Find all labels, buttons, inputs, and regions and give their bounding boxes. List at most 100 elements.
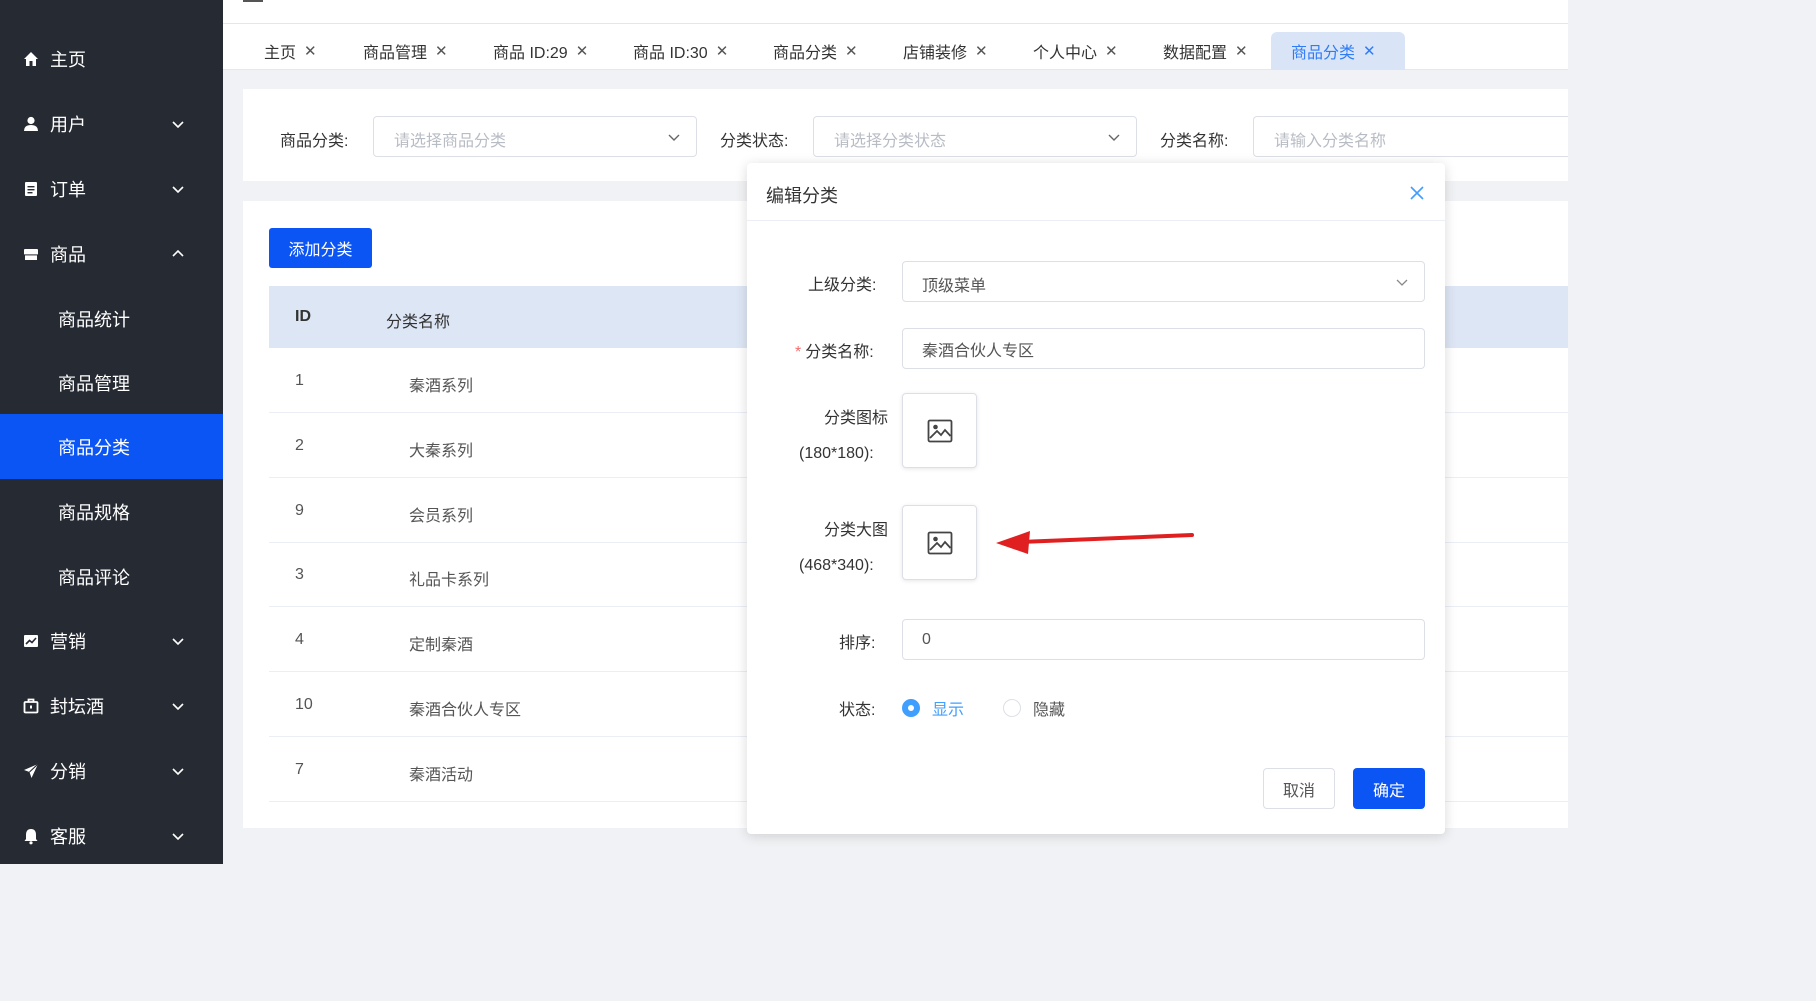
name-filter-input[interactable]: 请输入分类名称 (1253, 116, 1568, 157)
sidebar-item-goods-category[interactable]: 商品分类 (0, 414, 223, 479)
sidebar-item-goods-manage[interactable]: 商品管理 (0, 350, 223, 415)
tab-label: 商品管理 (363, 45, 428, 62)
chevron-down-icon (172, 120, 184, 128)
tab-label: 商品分类 (1291, 45, 1356, 62)
chevron-down-icon (668, 134, 680, 141)
category-name-label: * 分类名称: (795, 338, 874, 362)
confirm-button[interactable]: 确定 (1353, 768, 1425, 809)
cell-id: 3 (295, 566, 304, 583)
parent-category-select[interactable]: 顶级菜单 (902, 261, 1425, 302)
sidebar-item-sealed-wine[interactable]: 封坛酒 (0, 673, 223, 738)
tabs-bar: 主页 ✕ 商品管理 ✕ 商品 ID:29 ✕ 商品 ID:30 ✕ 商品分类 ✕ 店铺装修… (223, 24, 1568, 70)
sidebar-item-home[interactable]: 主页 (0, 26, 223, 91)
tab-goods-category-active[interactable]: 商品分类 ✕ (1271, 32, 1405, 70)
status-hide-radio[interactable]: 隐藏 (1003, 696, 1065, 720)
tab-label: 个人中心 (1033, 45, 1098, 62)
category-filter-placeholder: 请选择商品分类 (394, 133, 507, 150)
user-icon (24, 116, 38, 131)
category-icon-size-label: (180*180): (799, 445, 874, 462)
name-filter-placeholder: 请输入分类名称 (1274, 133, 1387, 150)
tab-data-config[interactable]: 数据配置 ✕ (1143, 32, 1268, 70)
chevron-up-icon (172, 249, 184, 257)
tab-personal-center[interactable]: 个人中心 ✕ (1013, 32, 1138, 70)
sidebar-item-goods-spec[interactable]: 商品规格 (0, 479, 223, 544)
cell-id: 2 (295, 437, 304, 454)
sidebar-item-label: 商品管理 (58, 373, 130, 394)
category-filter-select[interactable]: 请选择商品分类 (373, 116, 697, 157)
column-header-name: 分类名称 (386, 314, 451, 331)
close-icon[interactable]: ✕ (845, 42, 858, 60)
add-category-button[interactable]: 添加分类 (269, 228, 372, 268)
tab-label: 商品 ID:29 (493, 45, 568, 62)
category-image-upload[interactable] (902, 505, 977, 580)
status-filter-placeholder: 请选择分类状态 (834, 133, 947, 150)
tab-goods-29[interactable]: 商品 ID:29 ✕ (473, 32, 608, 70)
status-filter-select[interactable]: 请选择分类状态 (813, 116, 1137, 157)
cell-id: 1 (295, 372, 304, 389)
sidebar-item-label: 商品分类 (58, 437, 130, 458)
image-icon (927, 531, 952, 554)
cell-id: 7 (295, 761, 304, 778)
status-show-label: 显示 (932, 702, 965, 719)
category-name-input[interactable] (902, 328, 1425, 369)
sidebar-item-label: 商品 (50, 244, 86, 265)
close-icon[interactable]: ✕ (435, 42, 448, 60)
tab-shop-decor[interactable]: 店铺装修 ✕ (883, 32, 1008, 70)
sidebar-item-order[interactable]: 订单 (0, 156, 223, 221)
close-icon[interactable]: ✕ (716, 42, 729, 60)
cell-name: 秦酒系列 (409, 378, 474, 395)
tab-home[interactable]: 主页 ✕ (244, 32, 337, 70)
sort-input[interactable] (902, 619, 1425, 660)
cell-name: 秦酒活动 (409, 767, 474, 784)
tab-label: 主页 (264, 45, 297, 62)
tab-goods-manage[interactable]: 商品管理 ✕ (343, 32, 468, 70)
category-icon-upload[interactable] (902, 393, 977, 468)
tab-goods-category[interactable]: 商品分类 ✕ (753, 32, 878, 70)
home-icon (24, 51, 38, 66)
cell-name: 礼品卡系列 (409, 572, 490, 589)
image-icon (927, 419, 952, 442)
dialog-title: 编辑分类 (766, 186, 838, 206)
cell-name: 秦酒合伙人专区 (409, 702, 522, 719)
menu-toggle-icon[interactable] (243, 0, 263, 2)
required-asterisk: * (795, 344, 802, 361)
sidebar-item-user[interactable]: 用户 (0, 91, 223, 156)
tab-goods-30[interactable]: 商品 ID:30 ✕ (613, 32, 748, 70)
cancel-button[interactable]: 取消 (1263, 768, 1335, 809)
tab-label: 店铺装修 (903, 45, 968, 62)
cell-name: 定制秦酒 (409, 637, 474, 654)
close-icon[interactable]: ✕ (1363, 42, 1376, 60)
radio-dot (902, 699, 920, 717)
category-image-label: 分类大图 (824, 522, 889, 539)
sidebar-item-goods-review[interactable]: 商品评论 (0, 544, 223, 609)
status-show-radio[interactable]: 显示 (902, 696, 964, 720)
close-icon[interactable]: ✕ (1105, 42, 1118, 60)
category-name-label-text: 分类名称: (805, 344, 874, 361)
sidebar-item-service[interactable]: 客服 (0, 803, 223, 868)
tab-label: 数据配置 (1163, 45, 1228, 62)
cell-name: 大秦系列 (409, 443, 474, 460)
parent-category-value: 顶级菜单 (922, 278, 987, 295)
sidebar-item-label: 商品统计 (58, 309, 130, 330)
status-filter-label: 分类状态: (720, 133, 789, 150)
sidebar-item-goods-stats[interactable]: 商品统计 (0, 286, 223, 351)
close-icon[interactable]: ✕ (975, 42, 988, 60)
close-icon[interactable]: ✕ (576, 42, 589, 60)
bell-icon (24, 828, 38, 844)
sidebar-item-marketing[interactable]: 营销 (0, 608, 223, 673)
parent-category-label: 上级分类: (808, 277, 877, 294)
briefcase-icon (23, 698, 39, 713)
close-icon[interactable]: ✕ (1235, 42, 1248, 60)
sidebar-item-goods[interactable]: 商品 (0, 221, 223, 286)
sort-label: 排序: (839, 635, 876, 652)
status-label: 状态: (839, 702, 876, 719)
close-icon[interactable] (1409, 185, 1425, 201)
shop-icon (24, 248, 38, 260)
send-icon (24, 763, 39, 778)
sidebar-item-label: 营销 (50, 631, 86, 652)
sidebar-item-distribution[interactable]: 分销 (0, 738, 223, 803)
name-filter-label: 分类名称: (1160, 133, 1229, 150)
edit-category-dialog: 编辑分类 上级分类: 顶级菜单 *分类名称: 分类图标 (180*180): 分… (747, 163, 1445, 834)
annotation-arrow-icon (996, 531, 1194, 554)
close-icon[interactable]: ✕ (304, 42, 317, 60)
